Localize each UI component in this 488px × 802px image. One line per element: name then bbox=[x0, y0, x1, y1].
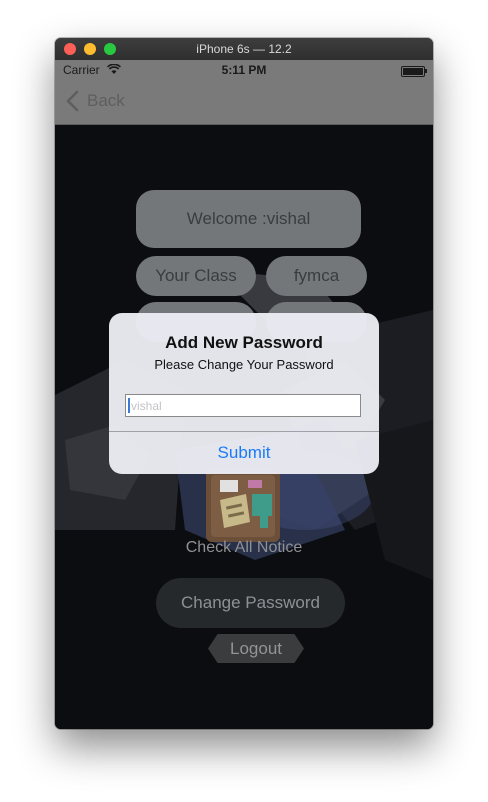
welcome-label: Welcome :vishal bbox=[136, 190, 361, 248]
device-screen: Carrier 5:11 PM Back Welcome :vishal You… bbox=[55, 60, 433, 729]
alert-message: Please Change Your Password bbox=[154, 357, 334, 372]
notice-board-icon[interactable] bbox=[206, 470, 280, 542]
class-value: fymca bbox=[266, 256, 367, 296]
navigation-bar: Back bbox=[55, 80, 433, 125]
logout-button[interactable]: Logout bbox=[208, 634, 304, 663]
class-label: Your Class bbox=[136, 256, 256, 296]
simulator-window: iPhone 6s — 12.2 Carrier 5:11 PM Back We… bbox=[55, 38, 433, 729]
alert-title: Add New Password bbox=[165, 333, 323, 352]
text-cursor bbox=[128, 398, 130, 413]
back-label: Back bbox=[87, 91, 125, 110]
new-password-input[interactable] bbox=[125, 394, 361, 417]
window-title: iPhone 6s — 12.2 bbox=[196, 42, 292, 56]
check-notice-label[interactable]: Check All Notice bbox=[55, 539, 433, 557]
password-alert: Add New Password Please Change Your Pass… bbox=[109, 313, 379, 474]
status-bar: Carrier 5:11 PM bbox=[55, 60, 433, 80]
clock: 5:11 PM bbox=[221, 63, 267, 77]
chevron-left-icon bbox=[66, 90, 79, 112]
change-password-button[interactable]: Change Password bbox=[156, 578, 345, 628]
window-titlebar: iPhone 6s — 12.2 bbox=[55, 38, 433, 61]
submit-button[interactable]: Submit bbox=[109, 432, 379, 474]
back-button[interactable]: Back bbox=[65, 90, 125, 112]
battery-icon bbox=[401, 66, 427, 77]
